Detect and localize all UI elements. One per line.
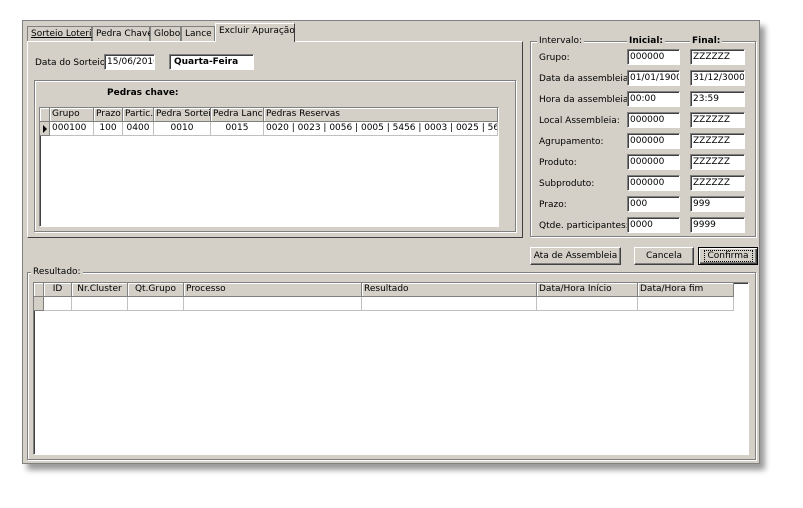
grupo-initial-field[interactable]: 000000 — [627, 49, 680, 65]
interval-label-produto: Produto: — [539, 158, 577, 168]
column-header[interactable]: Processo — [184, 283, 362, 297]
cancel-button[interactable]: Cancela — [634, 247, 694, 265]
hora-assembleia-final-field[interactable]: 23:59 — [690, 91, 745, 107]
column-header[interactable]: Partic. — [123, 108, 154, 122]
column-header[interactable]: Pedras Reservas — [264, 108, 498, 122]
column-header[interactable]: Grupo — [50, 108, 94, 122]
interval-label-participantes: Qtde. participantes: — [539, 221, 629, 231]
hora-assembleia-initial-field[interactable]: 00:00 — [627, 91, 680, 107]
table-cell[interactable]: 0400 — [123, 122, 154, 136]
result-title: Resultado: — [31, 266, 83, 278]
tab-pedra-chave[interactable]: Pedra Chave — [92, 26, 153, 41]
data-assembleia-initial-field[interactable]: 01/01/1900 — [627, 70, 680, 86]
agrupamento-final-field[interactable]: ZZZZZZ — [690, 133, 745, 149]
table-cell[interactable]: 100 — [94, 122, 123, 136]
participantes-final-field[interactable]: 9999 — [690, 217, 745, 233]
table-cell[interactable]: 0015 — [211, 122, 264, 136]
local-assembleia-final-field[interactable]: ZZZZZZ — [690, 112, 745, 128]
key-stones-title: Pedras chave: — [107, 88, 179, 98]
ata-assembleia-button[interactable]: Ata de Assembleia — [530, 247, 621, 265]
table-cell[interactable] — [44, 297, 72, 311]
interval-label-grupo: Grupo: — [539, 53, 570, 63]
table-cell[interactable]: 000100 — [50, 122, 94, 136]
interval-label-subproduto: Subproduto: — [539, 179, 595, 189]
table-cell[interactable] — [184, 297, 362, 311]
table-cell[interactable] — [128, 297, 184, 311]
result-grid[interactable]: ID Nr.Cluster Qt.Grupo Processo Resultad… — [33, 282, 749, 455]
tab-label: Sorteio Loteria — [31, 29, 97, 39]
interval-label-hora-assembleia: Hora da assembleia: — [539, 95, 632, 105]
subproduto-final-field[interactable]: ZZZZZZ — [690, 175, 745, 191]
tab-excluir-apuracao[interactable]: Excluir Apuração — [215, 23, 295, 42]
initial-header: Inicial: — [627, 35, 666, 47]
confirm-button-label: Confirma — [703, 250, 753, 262]
column-header[interactable]: Prazo — [94, 108, 123, 122]
tab-label: Pedra Chave — [96, 29, 153, 39]
local-assembleia-initial-field[interactable]: 000000 — [627, 112, 680, 128]
tab-label: Lance — [185, 29, 212, 39]
column-header[interactable]: Data/Hora fim — [638, 283, 734, 297]
table-cell[interactable] — [72, 297, 128, 311]
key-stones-grid[interactable]: Grupo Prazo Partic. Pedra Sorteio Pedra … — [39, 107, 499, 227]
draw-date-field[interactable]: 15/06/2016 — [104, 54, 155, 70]
table-cell[interactable]: 0010 — [154, 122, 211, 136]
column-header[interactable]: ID — [44, 283, 72, 297]
row-indicator-header — [34, 283, 44, 297]
row-indicator[interactable] — [40, 122, 50, 136]
produto-final-field[interactable]: ZZZZZZ — [690, 154, 745, 170]
tab-label: Globo — [154, 29, 181, 39]
agrupamento-initial-field[interactable]: 000000 — [627, 133, 680, 149]
participantes-initial-field[interactable]: 0000 — [627, 217, 680, 233]
interval-label-data-assembleia: Data da assembleia: — [539, 74, 632, 84]
final-header: Final: — [690, 35, 723, 47]
interval-label-local-assembleia: Local Assembleia: — [539, 116, 620, 126]
column-header[interactable]: Pedra Sorteio — [154, 108, 211, 122]
key-stones-group: Pedras chave: Grupo Prazo Partic. Pedra … — [34, 80, 516, 232]
data-assembleia-final-field[interactable]: 31/12/3000 — [690, 70, 745, 86]
interval-label-agrupamento: Agrupamento: — [539, 137, 604, 147]
tab-globo[interactable]: Globo — [150, 26, 181, 41]
table-cell[interactable] — [537, 297, 638, 311]
tab-panel: Data do Sorteio: 15/06/2016 Quarta-Feira… — [27, 41, 523, 238]
column-header[interactable]: Qt.Grupo — [128, 283, 184, 297]
interval-label-prazo: Prazo: — [539, 200, 567, 210]
produto-initial-field[interactable]: 000000 — [627, 154, 680, 170]
row-pointer-icon — [43, 125, 47, 133]
confirm-button[interactable]: Confirma — [698, 247, 758, 265]
row-indicator[interactable] — [34, 297, 44, 311]
prazo-initial-field[interactable]: 000 — [627, 196, 680, 212]
tab-sorteio-loteria[interactable]: Sorteio Loteria — [27, 26, 97, 41]
tab-lance[interactable]: Lance — [181, 26, 215, 41]
grupo-final-field[interactable]: ZZZZZZ — [690, 49, 745, 65]
table-cell[interactable] — [638, 297, 734, 311]
weekday-display: Quarta-Feira — [169, 54, 254, 70]
row-indicator-header — [40, 108, 50, 122]
interval-title: Intervalo: — [537, 35, 585, 47]
column-header[interactable]: Resultado — [362, 283, 537, 297]
prazo-final-field[interactable]: 999 — [690, 196, 745, 212]
draw-date-label: Data do Sorteio: — [35, 58, 109, 68]
column-header[interactable]: Nr.Cluster — [72, 283, 128, 297]
column-header[interactable]: Pedra Lance — [211, 108, 264, 122]
column-header[interactable]: Data/Hora Início — [537, 283, 638, 297]
main-window: Sorteio Loteria Pedra Chave Globo Lance … — [22, 20, 760, 464]
table-cell[interactable] — [362, 297, 537, 311]
table-cell[interactable]: 0020 | 0023 | 0056 | 0005 | 5456 | 0003 … — [264, 122, 498, 136]
tab-label: Excluir Apuração — [219, 26, 295, 36]
subproduto-initial-field[interactable]: 000000 — [627, 175, 680, 191]
